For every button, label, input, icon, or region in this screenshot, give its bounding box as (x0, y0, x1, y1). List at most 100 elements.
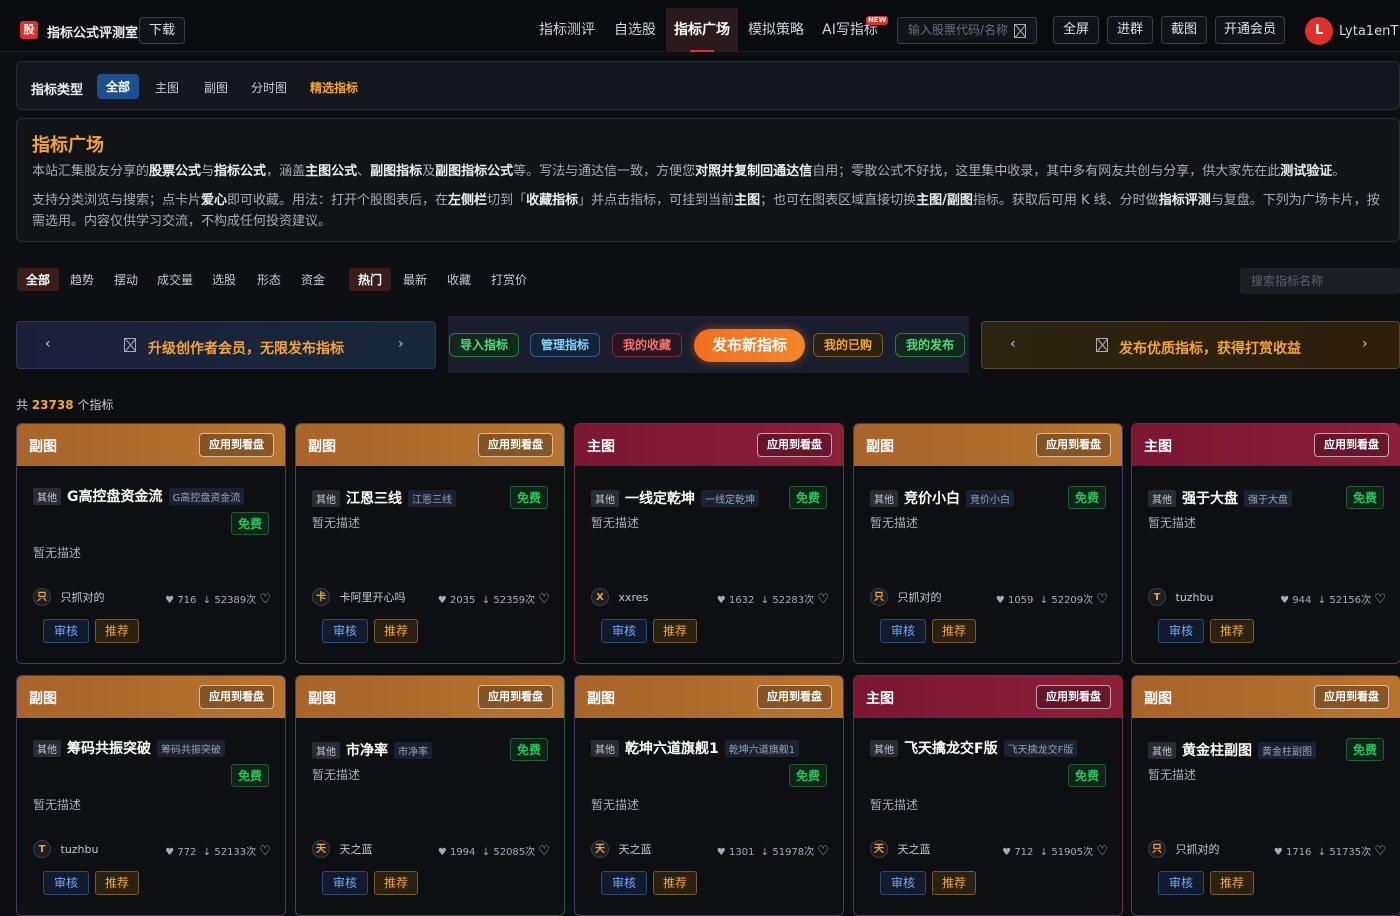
indicator-search-input[interactable]: 搜索指标名称 (1240, 268, 1400, 294)
card-stats: ♥ 2035 ↓ 52359次 ♡ (438, 591, 550, 607)
chevron-right-icon[interactable]: › (398, 336, 404, 352)
review-button[interactable]: 审核 (880, 871, 927, 895)
chevron-left-icon[interactable]: ‹ (1010, 336, 1016, 352)
review-button[interactable]: 审核 (43, 871, 90, 895)
download-count: 52085次 (493, 847, 536, 858)
type-all[interactable]: 全部 (97, 74, 140, 99)
recommend-button[interactable]: 推荐 (653, 619, 698, 643)
recommend-button[interactable]: 推荐 (374, 619, 419, 643)
review-button[interactable]: 审核 (322, 619, 369, 643)
author-name[interactable]: 天之蓝 (619, 843, 652, 856)
indicator-card[interactable]: 副图 应用到看盘 其他 黄金柱副图 黄金柱副图 免费 暂无描述 只 只抓对的 ♥ 1… (1131, 675, 1400, 916)
filter-capital[interactable]: 资金 (301, 271, 325, 288)
recommend-button[interactable]: 推荐 (95, 619, 140, 643)
recommend-button[interactable]: 推荐 (374, 871, 419, 895)
username[interactable]: Lyta1enT (1339, 24, 1398, 39)
sort-hot[interactable]: 热门 (349, 268, 392, 291)
nav-indicator-square[interactable]: 指标广场 (666, 8, 738, 52)
apply-to-chart-button[interactable]: 应用到看盘 (1036, 685, 1111, 709)
join-group-button[interactable]: 进群 (1107, 16, 1153, 44)
nav-watchlist[interactable]: 自选股 (604, 8, 666, 52)
indicator-card[interactable]: 副图 应用到看盘 其他 G高控盘资金流 G高控盘资金流 免费 暂无描述 只 只抓对的… (16, 423, 286, 664)
type-featured[interactable]: 精选指标 (310, 79, 358, 96)
sort-favorites[interactable]: 收藏 (447, 271, 471, 288)
author-name[interactable]: tuzhbu (61, 843, 99, 856)
nav-indicator-review[interactable]: 指标测评 (530, 8, 604, 52)
author-name[interactable]: tuzhbu (1176, 591, 1214, 604)
free-badge: 免费 (1345, 486, 1384, 509)
author-name[interactable]: 天之蓝 (340, 843, 373, 856)
filter-trend[interactable]: 趋势 (70, 271, 94, 288)
author-name[interactable]: 卡阿里开心吗 (340, 591, 406, 604)
fullscreen-button[interactable]: 全屏 (1053, 16, 1099, 44)
recommend-button[interactable]: 推荐 (932, 619, 977, 643)
review-button[interactable]: 审核 (322, 871, 369, 895)
author-name[interactable]: 只抓对的 (898, 591, 942, 604)
recommend-button[interactable]: 推荐 (653, 871, 698, 895)
indicator-card[interactable]: 主图 应用到看盘 其他 飞天擒龙交F版 飞天擒龙交F版 免费 暂无描述 天 天之蓝 … (853, 675, 1123, 916)
indicator-card[interactable]: 副图 应用到看盘 其他 筹码共振突破 筹码共振突破 免费 暂无描述 T tuzhbu… (16, 675, 286, 916)
review-button[interactable]: 审核 (880, 619, 927, 643)
type-main[interactable]: 主图 (155, 79, 179, 96)
my-purchased-button[interactable]: 我的已购 (813, 333, 884, 357)
type-intraday[interactable]: 分时图 (251, 79, 287, 96)
recommend-button[interactable]: 推荐 (932, 871, 977, 895)
my-favorites-button[interactable]: 我的收藏 (612, 333, 683, 357)
avatar[interactable]: L (1305, 17, 1333, 45)
author-avatar: T (1148, 588, 1166, 606)
publish-indicator-button[interactable]: 发布新指标 (694, 329, 805, 362)
author-name[interactable]: 天之蓝 (898, 843, 931, 856)
recommend-button[interactable]: 推荐 (1210, 871, 1255, 895)
filter-all[interactable]: 全部 (17, 268, 60, 291)
indicator-card[interactable]: 主图 应用到看盘 其他 强于大盘 强于大盘 免费 暂无描述 T tuzhbu ♥ 9… (1131, 423, 1400, 664)
apply-to-chart-button[interactable]: 应用到看盘 (1314, 433, 1389, 457)
sort-latest[interactable]: 最新 (403, 271, 427, 288)
filter-volume[interactable]: 成交量 (157, 271, 193, 288)
indicator-card[interactable]: 副图 应用到看盘 其他 乾坤六道旗舰1 乾坤六道旗舰1 免费 暂无描述 天 天之蓝 … (574, 675, 844, 916)
filter-screener[interactable]: 选股 (212, 271, 236, 288)
manage-indicator-button[interactable]: 管理指标 (530, 333, 601, 357)
filter-pattern[interactable]: 形态 (257, 271, 281, 288)
nav-ai-indicator[interactable]: AI写指标 (814, 8, 886, 52)
review-button[interactable]: 审核 (601, 619, 648, 643)
indicator-card[interactable]: 主图 应用到看盘 其他 一线定乾坤 一线定乾坤 免费 暂无描述 X xxres ♥ … (574, 423, 844, 664)
review-button[interactable]: 审核 (1158, 871, 1205, 895)
filter-swing[interactable]: 摆动 (114, 271, 138, 288)
my-published-button[interactable]: 我的发布 (895, 333, 966, 357)
nav-simulation[interactable]: 模拟策略 (740, 8, 812, 52)
apply-to-chart-button[interactable]: 应用到看盘 (757, 685, 832, 709)
search-icon[interactable] (1014, 24, 1026, 38)
apply-to-chart-button[interactable]: 应用到看盘 (199, 433, 274, 457)
download-button[interactable]: 下载 (139, 17, 185, 44)
chevron-left-icon[interactable]: ‹ (45, 336, 51, 352)
intro-paragraph-1: 本站汇集股友分享的股票公式与指标公式，涵盖主图公式、副图指标及副图指标公式等。写… (32, 164, 1346, 179)
recommend-button[interactable]: 推荐 (1210, 619, 1255, 643)
indicator-card[interactable]: 副图 应用到看盘 其他 江恩三线 江恩三线 免费 暂无描述 卡 卡阿里开心吗 ♥ 2… (295, 423, 565, 664)
apply-to-chart-button[interactable]: 应用到看盘 (478, 433, 553, 457)
apply-to-chart-button[interactable]: 应用到看盘 (1314, 685, 1389, 709)
sort-tip-price[interactable]: 打赏价 (491, 271, 527, 288)
favorite-icon: ♡ (817, 592, 829, 607)
favorite-icon: ♡ (259, 592, 271, 607)
apply-to-chart-button[interactable]: 应用到看盘 (1036, 433, 1111, 457)
indicator-card[interactable]: 副图 应用到看盘 其他 竞价小白 竞价小白 免费 暂无描述 只 只抓对的 ♥ 105… (853, 423, 1123, 664)
review-button[interactable]: 审核 (601, 871, 648, 895)
type-sub[interactable]: 副图 (204, 79, 228, 96)
tip-reward-banner[interactable]: ‹ 发布优质指标，获得打赏收益 › (981, 321, 1400, 369)
recommend-button[interactable]: 推荐 (95, 871, 140, 895)
review-button[interactable]: 审核 (1158, 619, 1205, 643)
author-name[interactable]: xxres (619, 591, 649, 604)
author-name[interactable]: 只抓对的 (61, 591, 105, 604)
chevron-right-icon[interactable]: › (1362, 336, 1368, 352)
apply-to-chart-button[interactable]: 应用到看盘 (757, 433, 832, 457)
apply-to-chart-button[interactable]: 应用到看盘 (478, 685, 553, 709)
import-indicator-button[interactable]: 导入指标 (449, 333, 520, 357)
apply-to-chart-button[interactable]: 应用到看盘 (199, 685, 274, 709)
screenshot-button[interactable]: 截图 (1161, 16, 1207, 44)
indicator-card[interactable]: 副图 应用到看盘 其他 市净率 市净率 免费 暂无描述 天 天之蓝 ♥ 1994 ↓… (295, 675, 565, 916)
creator-member-banner[interactable]: ‹ 升级创作者会员，无限发布指标 › (16, 321, 436, 369)
review-button[interactable]: 审核 (43, 619, 90, 643)
membership-button[interactable]: 开通会员 (1215, 16, 1285, 44)
card-kind: 主图 (866, 691, 894, 707)
author-name[interactable]: 只抓对的 (1176, 843, 1220, 856)
